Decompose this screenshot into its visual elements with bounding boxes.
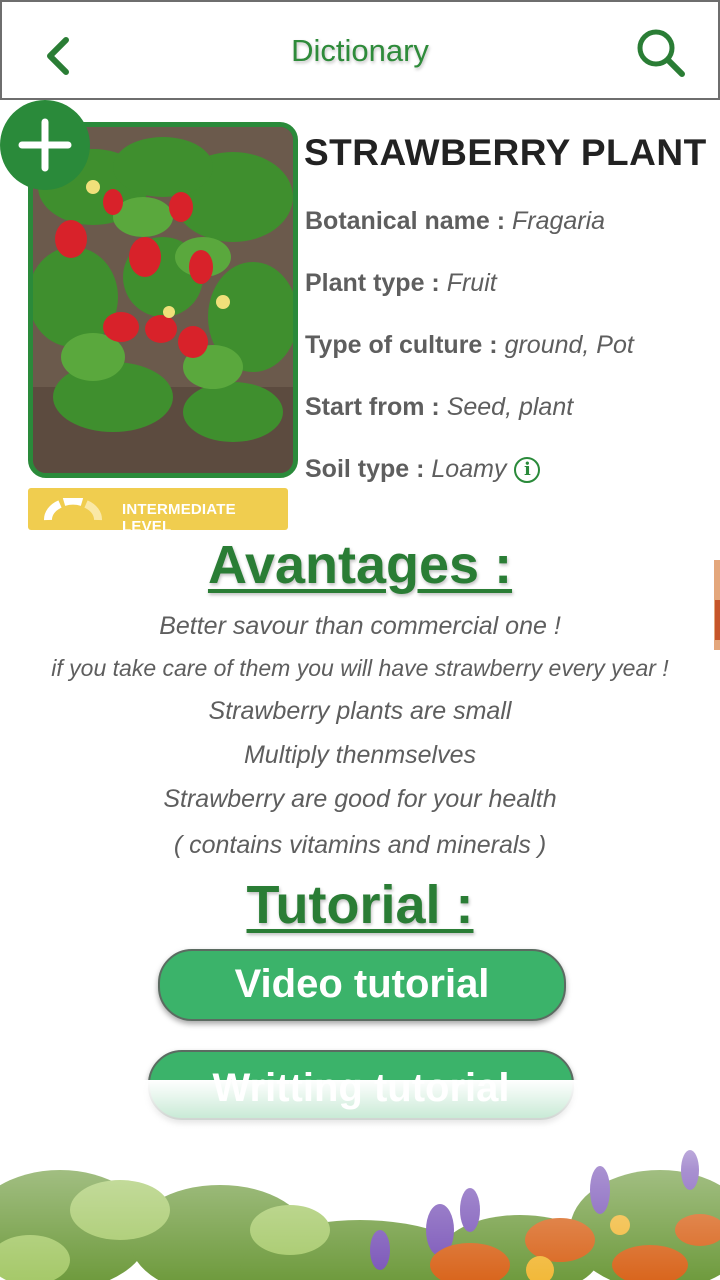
top-bar: Dictionary <box>0 0 720 100</box>
info-value: Seed, plant <box>446 393 574 421</box>
level-label: INTERMEDIATE LEVEL <box>122 501 236 535</box>
info-value: ground, Pot <box>504 331 634 359</box>
info-value: Loamy <box>431 455 507 483</box>
info-key: Type of culture : <box>305 331 505 359</box>
info-value: Fragaria <box>512 207 606 235</box>
info-key: Plant type : <box>305 269 447 297</box>
video-tutorial-button[interactable]: Video tutorial <box>158 949 566 1021</box>
advantage-line: Strawberry plants are small <box>208 697 512 725</box>
info-key: Start from : <box>305 393 447 421</box>
edge-decoration <box>714 560 720 650</box>
advantage-line: if you take care of them you will have s… <box>51 655 669 681</box>
info-value: Fruit <box>446 269 497 297</box>
info-row-soil-type: Soil type : Loamy i <box>305 455 541 484</box>
plus-icon <box>18 118 72 172</box>
page-title: Dictionary <box>291 33 429 68</box>
gauge-icon <box>44 498 102 521</box>
advantages-title: Avantages : <box>207 535 513 595</box>
info-row-plant-type: Plant type : Fruit <box>305 269 497 298</box>
info-key: Botanical name : <box>305 207 512 235</box>
advantage-line: Multiply thenmselves <box>243 741 477 769</box>
add-plant-button[interactable] <box>0 100 90 190</box>
info-row-type-of-culture: Type of culture : ground, Pot <box>305 331 634 360</box>
info-icon[interactable]: i <box>514 457 541 484</box>
advantage-line: Strawberry are good for your health <box>163 785 557 813</box>
info-row-start-from: Start from : Seed, plant <box>305 393 573 422</box>
advantage-line: ( contains vitamins and minerals ) <box>173 831 547 859</box>
search-button[interactable] <box>632 26 692 82</box>
info-key: Soil type : <box>305 455 432 483</box>
plant-name: STRAWBERRY PLANT <box>304 132 707 173</box>
flowers-background <box>0 1080 720 1280</box>
tutorial-title: Tutorial : <box>246 875 474 935</box>
advantage-line: Better savour than commercial one ! <box>159 612 561 640</box>
level-badge: INTERMEDIATE LEVEL <box>28 488 288 535</box>
search-icon <box>637 29 685 77</box>
info-row-botanical-name: Botanical name : Fragaria <box>305 207 605 236</box>
